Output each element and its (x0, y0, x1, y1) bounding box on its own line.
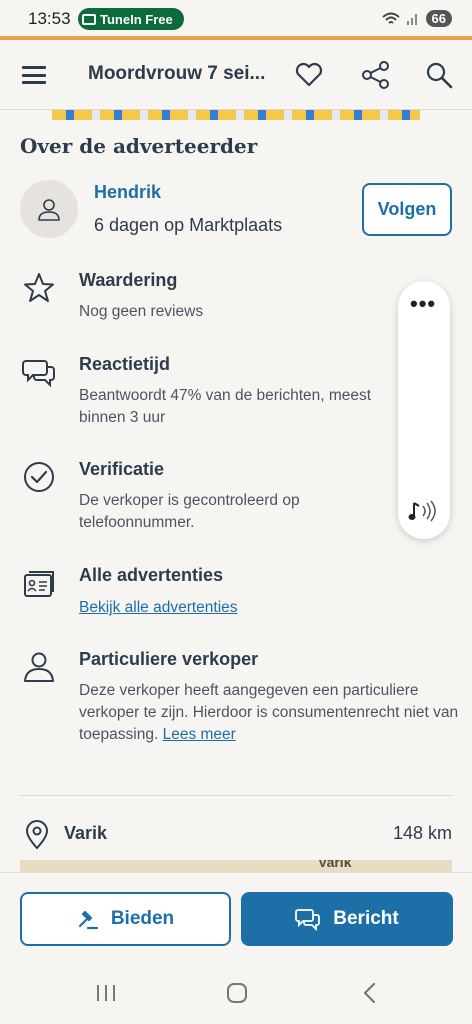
search-icon[interactable] (422, 58, 456, 92)
home-icon[interactable] (223, 980, 251, 1006)
section-title: Over de adverteerder (20, 134, 258, 158)
verification-text: De verkoper is gecontroleerd op telefoon… (79, 492, 300, 531)
notification-pill-label: TuneIn Free (100, 11, 173, 27)
star-icon (24, 273, 54, 302)
user-icon (38, 199, 60, 221)
heart-icon[interactable] (292, 58, 326, 92)
response-time-title: Reactietijd (79, 354, 171, 374)
message-button[interactable]: Bericht (241, 892, 453, 946)
ad-banner-strip[interactable] (52, 110, 420, 120)
person-icon (24, 652, 54, 682)
avatar (20, 180, 78, 238)
tv-icon (82, 13, 96, 25)
ads-icon (24, 571, 54, 597)
more-options-button[interactable]: ••• (410, 291, 436, 317)
chat-icon (22, 360, 55, 388)
gavel-icon (78, 910, 98, 930)
recent-apps-icon[interactable] (92, 980, 120, 1006)
location-pin-icon (25, 820, 49, 850)
message-button-label: Bericht (333, 908, 399, 929)
private-seller-description: Deze verkoper heeft aangegeven een parti… (79, 682, 459, 743)
bid-button-label: Bieden (110, 908, 175, 929)
wifi-icon (381, 12, 400, 24)
bid-button[interactable]: Bieden (20, 892, 231, 946)
menu-icon[interactable] (22, 66, 46, 84)
read-more-link[interactable]: Lees meer (163, 726, 236, 743)
status-time: 13:53 (28, 9, 71, 28)
seller-name-link[interactable]: Hendrik (94, 182, 161, 203)
page-title: Moordvrouw 7 sei... (88, 63, 266, 84)
location-map[interactable]: Varik (20, 860, 452, 872)
rating-title: Waardering (79, 270, 178, 290)
system-navigation-bar (0, 962, 472, 1024)
map-label: Varik (318, 860, 352, 870)
message-icon (295, 909, 321, 931)
status-bar: 13:53 TuneIn Free 66 (0, 0, 472, 36)
bottom-action-bar: Bieden Bericht (0, 872, 472, 962)
location-distance: 148 km (392, 823, 452, 843)
top-app-bar: Moordvrouw 7 sei... (0, 40, 472, 110)
back-icon[interactable] (356, 980, 384, 1006)
audio-icon[interactable] (408, 499, 440, 523)
floating-media-panel: ••• (398, 281, 450, 539)
signal-icon (406, 13, 417, 25)
verification-title: Verificatie (79, 459, 165, 479)
location-name: Varik (64, 823, 108, 843)
status-icons: 66 (381, 10, 452, 27)
response-time-text: Beantwoordt 47% van de berichten, meest … (79, 387, 372, 426)
private-seller-title: Particuliere verkoper (79, 649, 259, 669)
share-icon[interactable] (359, 58, 393, 92)
tunein-notification-pill[interactable]: TuneIn Free (78, 8, 184, 30)
section-divider (20, 795, 452, 796)
check-circle-icon (24, 462, 54, 492)
battery-indicator: 66 (425, 10, 452, 27)
seller-since: 6 dagen op Marktplaats (94, 215, 283, 235)
view-all-ads-link[interactable]: Bekijk alle advertenties (79, 599, 238, 616)
follow-button[interactable]: Volgen (362, 183, 452, 236)
all-ads-link-row: Bekijk alle advertenties (79, 597, 459, 619)
private-seller-text: Deze verkoper heeft aangegeven een parti… (79, 680, 459, 746)
all-ads-title: Alle advertenties (79, 565, 224, 585)
